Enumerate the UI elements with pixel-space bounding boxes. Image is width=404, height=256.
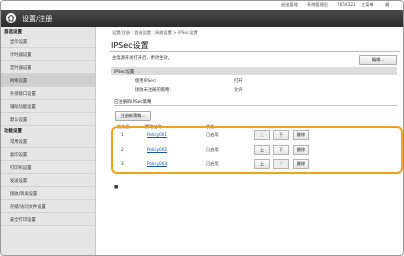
home-icon[interactable] [6,13,16,23]
sidebar-item-label: 存储/访问文件设置 [10,205,46,210]
sidebar-item-label: 定时器设置 [10,66,32,71]
sidebar-item-printer[interactable]: 打印机设置 [1,161,95,174]
sidebar-item-common[interactable]: 常用设置 [1,135,95,148]
sidebar-item-copy[interactable]: 复印设置 [1,148,95,161]
sidebar: 首选设置 显示设置 计时器设置 定时器设置 网络设置 外部接口设置 辅助功能设置… [1,27,96,255]
device-id: 7654321 [337,2,356,7]
sidebar-item-accessibility[interactable]: 辅助功能设置 [1,100,95,113]
sidebar-item-label: 网络设置 [10,79,28,84]
restart-note: 主电源开关打开后，更改生效。 [112,56,173,61]
app-window: 退出管理 系统管理员 7654321 主菜单 端 设置/注册 首选设置 显示设置… [0,0,404,256]
footer-marker: ■ [114,185,119,190]
user-label: 系统管理员 [307,2,328,7]
sidebar-item-external-interface[interactable]: 外部接口设置 [1,87,95,100]
sidebar-item-label: 默认设置 [10,118,28,123]
sidebar-item-scheduler[interactable]: 定时器设置 [1,61,95,74]
policies-divider [114,105,397,106]
breadcrumb[interactable]: 设置/注册 : 首选设置 : 网络设置 > IPSec设置 [112,30,198,36]
use-ipsec-value: 打开 [234,79,243,84]
sidebar-item-label: 打印机设置 [10,166,32,171]
app-title: 设置/注册 [22,15,53,23]
sidebar-item-display[interactable]: 显示设置 [1,35,95,48]
sidebar-item-label: 常用设置 [10,140,28,145]
sidebar-item-label: 辅助功能设置 [10,105,36,110]
sidebar-section-functions: 功能设置 [4,129,22,134]
unregistered-policy-value: 允许 [234,88,243,93]
sidebar-item-label: 外部接口设置 [10,92,36,97]
sidebar-item-network[interactable]: 网络设置 [1,74,95,87]
page-title: IPSec设置 [111,41,149,50]
sidebar-item-label: 显示设置 [10,40,28,45]
sidebar-item-label: 接收/转发设置 [10,192,38,197]
edit-button[interactable]: 编辑... [359,55,397,65]
toolbar-end[interactable]: 端 [385,2,389,8]
home-link[interactable]: 主菜单 [361,2,374,8]
sidebar-item-label: 复印设置 [10,153,28,158]
sidebar-item-label: 发送设置 [10,179,28,184]
sidebar-item-label: 计时器设置 [10,53,32,58]
sidebar-item-secure-print[interactable]: 安全打印设置 [1,213,95,226]
band-label: IPSec设置 [114,69,135,75]
sidebar-item-store-access[interactable]: 存储/访问文件设置 [1,200,95,213]
app-header: 设置/注册 [1,10,403,27]
sidebar-item-defaults[interactable]: 默认设置 [1,113,95,126]
use-ipsec-label: 使用IPSec: [135,79,157,84]
policy-list-highlight [111,126,403,174]
unregistered-policy-label: 接收未注册的策略: [135,88,171,93]
logout-link[interactable]: 退出管理 [281,2,298,8]
ipsec-settings-band: IPSec设置 [111,67,397,75]
sidebar-item-send[interactable]: 发送设置 [1,174,95,187]
sidebar-item-timer[interactable]: 计时器设置 [1,48,95,61]
register-new-policy-button[interactable]: 注册新策略... [115,111,151,121]
sidebar-item-receive-forward[interactable]: 接收/转发设置 [1,187,95,200]
sidebar-item-label: 安全打印设置 [10,218,36,223]
title-divider [110,51,400,52]
